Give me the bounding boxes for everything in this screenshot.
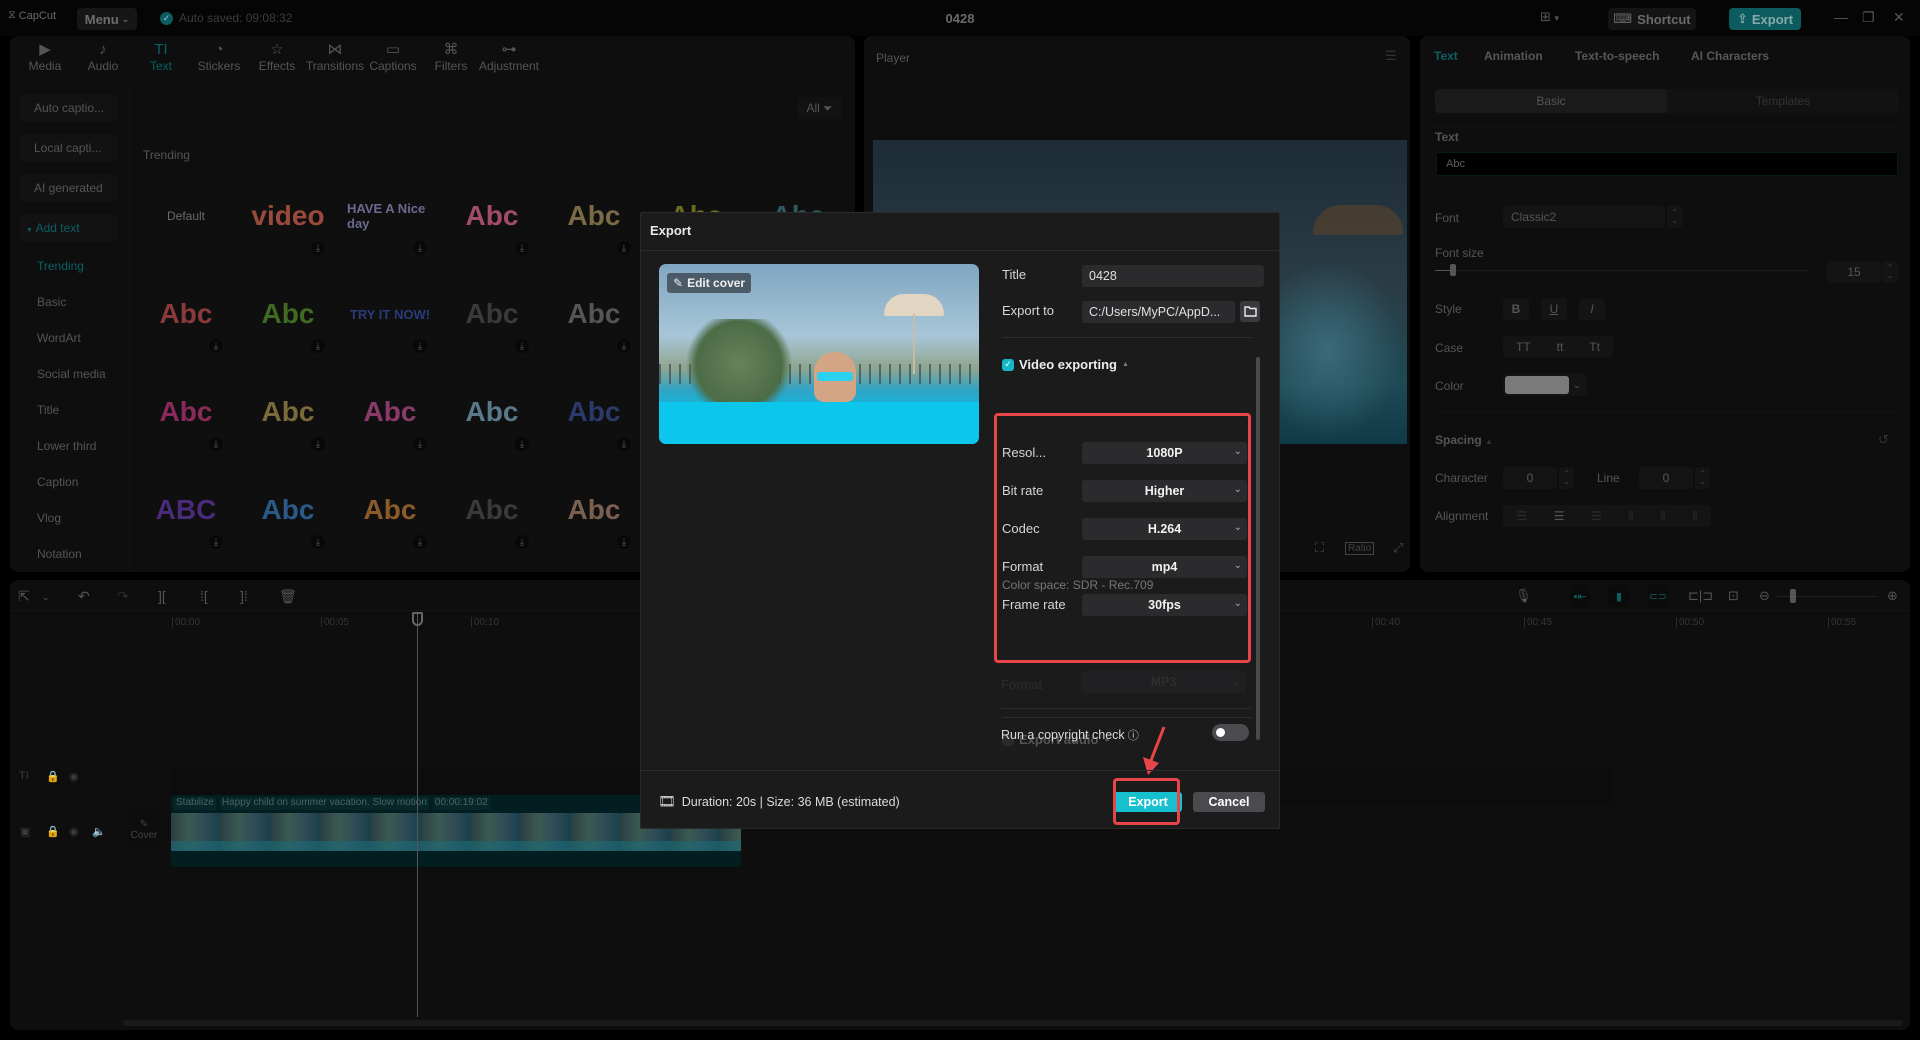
dialog-title: Export [650, 223, 692, 238]
color-space-label: Color space: SDR - Rec.709 [1002, 578, 1154, 592]
video-exporting-section[interactable]: ✓ Video exporting ▲ [1002, 357, 1129, 372]
cover-preview[interactable]: ✎ Edit cover [659, 264, 979, 444]
copyright-check-label: Run a copyright check ⓘ [1001, 727, 1139, 743]
export-button[interactable]: Export [1114, 792, 1182, 812]
title-input[interactable]: 0428 [1082, 265, 1264, 287]
chevron-down-icon: ⌄ [1233, 560, 1242, 571]
film-icon: 🎞 [658, 793, 676, 809]
export-to-label: Export to [1002, 303, 1055, 318]
chevron-down-icon: ⌄ [1233, 484, 1242, 495]
divider [641, 250, 1279, 251]
setting-select-bit-rate[interactable]: Higher ⌄ [1082, 480, 1247, 502]
setting-label: Codec [1002, 521, 1040, 536]
export-summary: 🎞 Duration: 20s | Size: 36 MB (estimated) [658, 793, 900, 809]
setting-label: Resol... [1002, 445, 1047, 460]
copyright-toggle[interactable] [1212, 724, 1249, 741]
setting-select-codec[interactable]: H.264 ⌄ [1082, 518, 1247, 540]
export-path-input[interactable]: C:/Users/MyPC/AppD... [1082, 301, 1235, 323]
audio-format-select: MP3 ⌄ [1081, 671, 1246, 693]
setting-label: Format [1002, 559, 1044, 574]
setting-select-format[interactable]: mp4 ⌄ [1082, 556, 1247, 578]
chevron-down-icon: ⌄ [1233, 522, 1242, 533]
help-icon[interactable]: ⓘ [1128, 727, 1139, 743]
setting-select-frame-rate[interactable]: 30fps ⌄ [1082, 594, 1247, 616]
audio-format-label: Format [1001, 677, 1043, 692]
toggle-knob [1216, 728, 1225, 737]
edit-cover-button[interactable]: ✎ Edit cover [667, 273, 752, 293]
arrow-annotation [1143, 726, 1166, 775]
divider [640, 770, 1280, 771]
cancel-button[interactable]: Cancel [1193, 792, 1265, 812]
folder-button[interactable] [1240, 301, 1260, 322]
divider [1002, 717, 1252, 718]
chevron-down-icon: ⌄ [1233, 446, 1242, 457]
setting-select-resol[interactable]: 1080P ⌄ [1082, 442, 1247, 464]
folder-icon [1243, 306, 1257, 317]
video-export-checkbox[interactable]: ✓ [1002, 358, 1014, 371]
divider [1001, 708, 1251, 709]
chevron-down-icon: ⌄ [1232, 676, 1241, 688]
title-label: Title [1002, 267, 1027, 282]
setting-label: Bit rate [1002, 483, 1044, 498]
divider [1002, 337, 1252, 338]
setting-label: Frame rate [1002, 597, 1066, 612]
pencil-icon: ✎ [673, 276, 684, 290]
caret-up-icon: ▲ [1122, 361, 1129, 368]
export-dialog: Export ✎ Edit cover Title 0428 Export to … [640, 212, 1280, 829]
dialog-scrollbar[interactable] [1256, 357, 1260, 740]
chevron-down-icon: ⌄ [1233, 598, 1242, 609]
